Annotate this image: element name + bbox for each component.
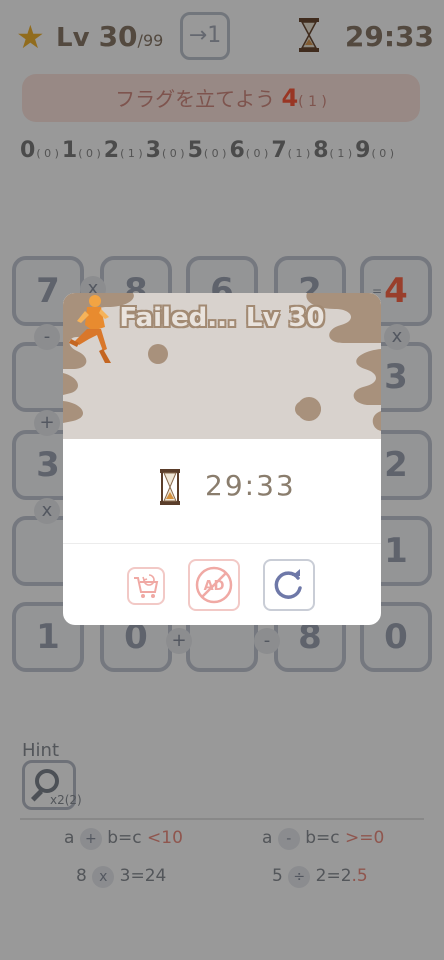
hourglass-icon xyxy=(160,469,180,505)
dialog-header: Failed... Lv 30 xyxy=(63,293,381,439)
cart-icon xyxy=(134,574,159,598)
retry-button[interactable] xyxy=(263,559,315,611)
remove-ads-button[interactable]: AD xyxy=(188,559,240,611)
divider xyxy=(63,543,381,544)
shop-button[interactable] xyxy=(127,567,165,605)
retry-icon xyxy=(274,569,302,599)
failed-dialog: Failed... Lv 30 29:33 AD xyxy=(63,293,381,625)
no-ads-icon: AD xyxy=(195,566,233,604)
kneeling-figure-icon xyxy=(69,295,111,363)
svg-text:AD: AD xyxy=(204,579,225,594)
result-time: 29:33 xyxy=(205,469,296,502)
result-time-row: 29:33 xyxy=(63,459,381,519)
